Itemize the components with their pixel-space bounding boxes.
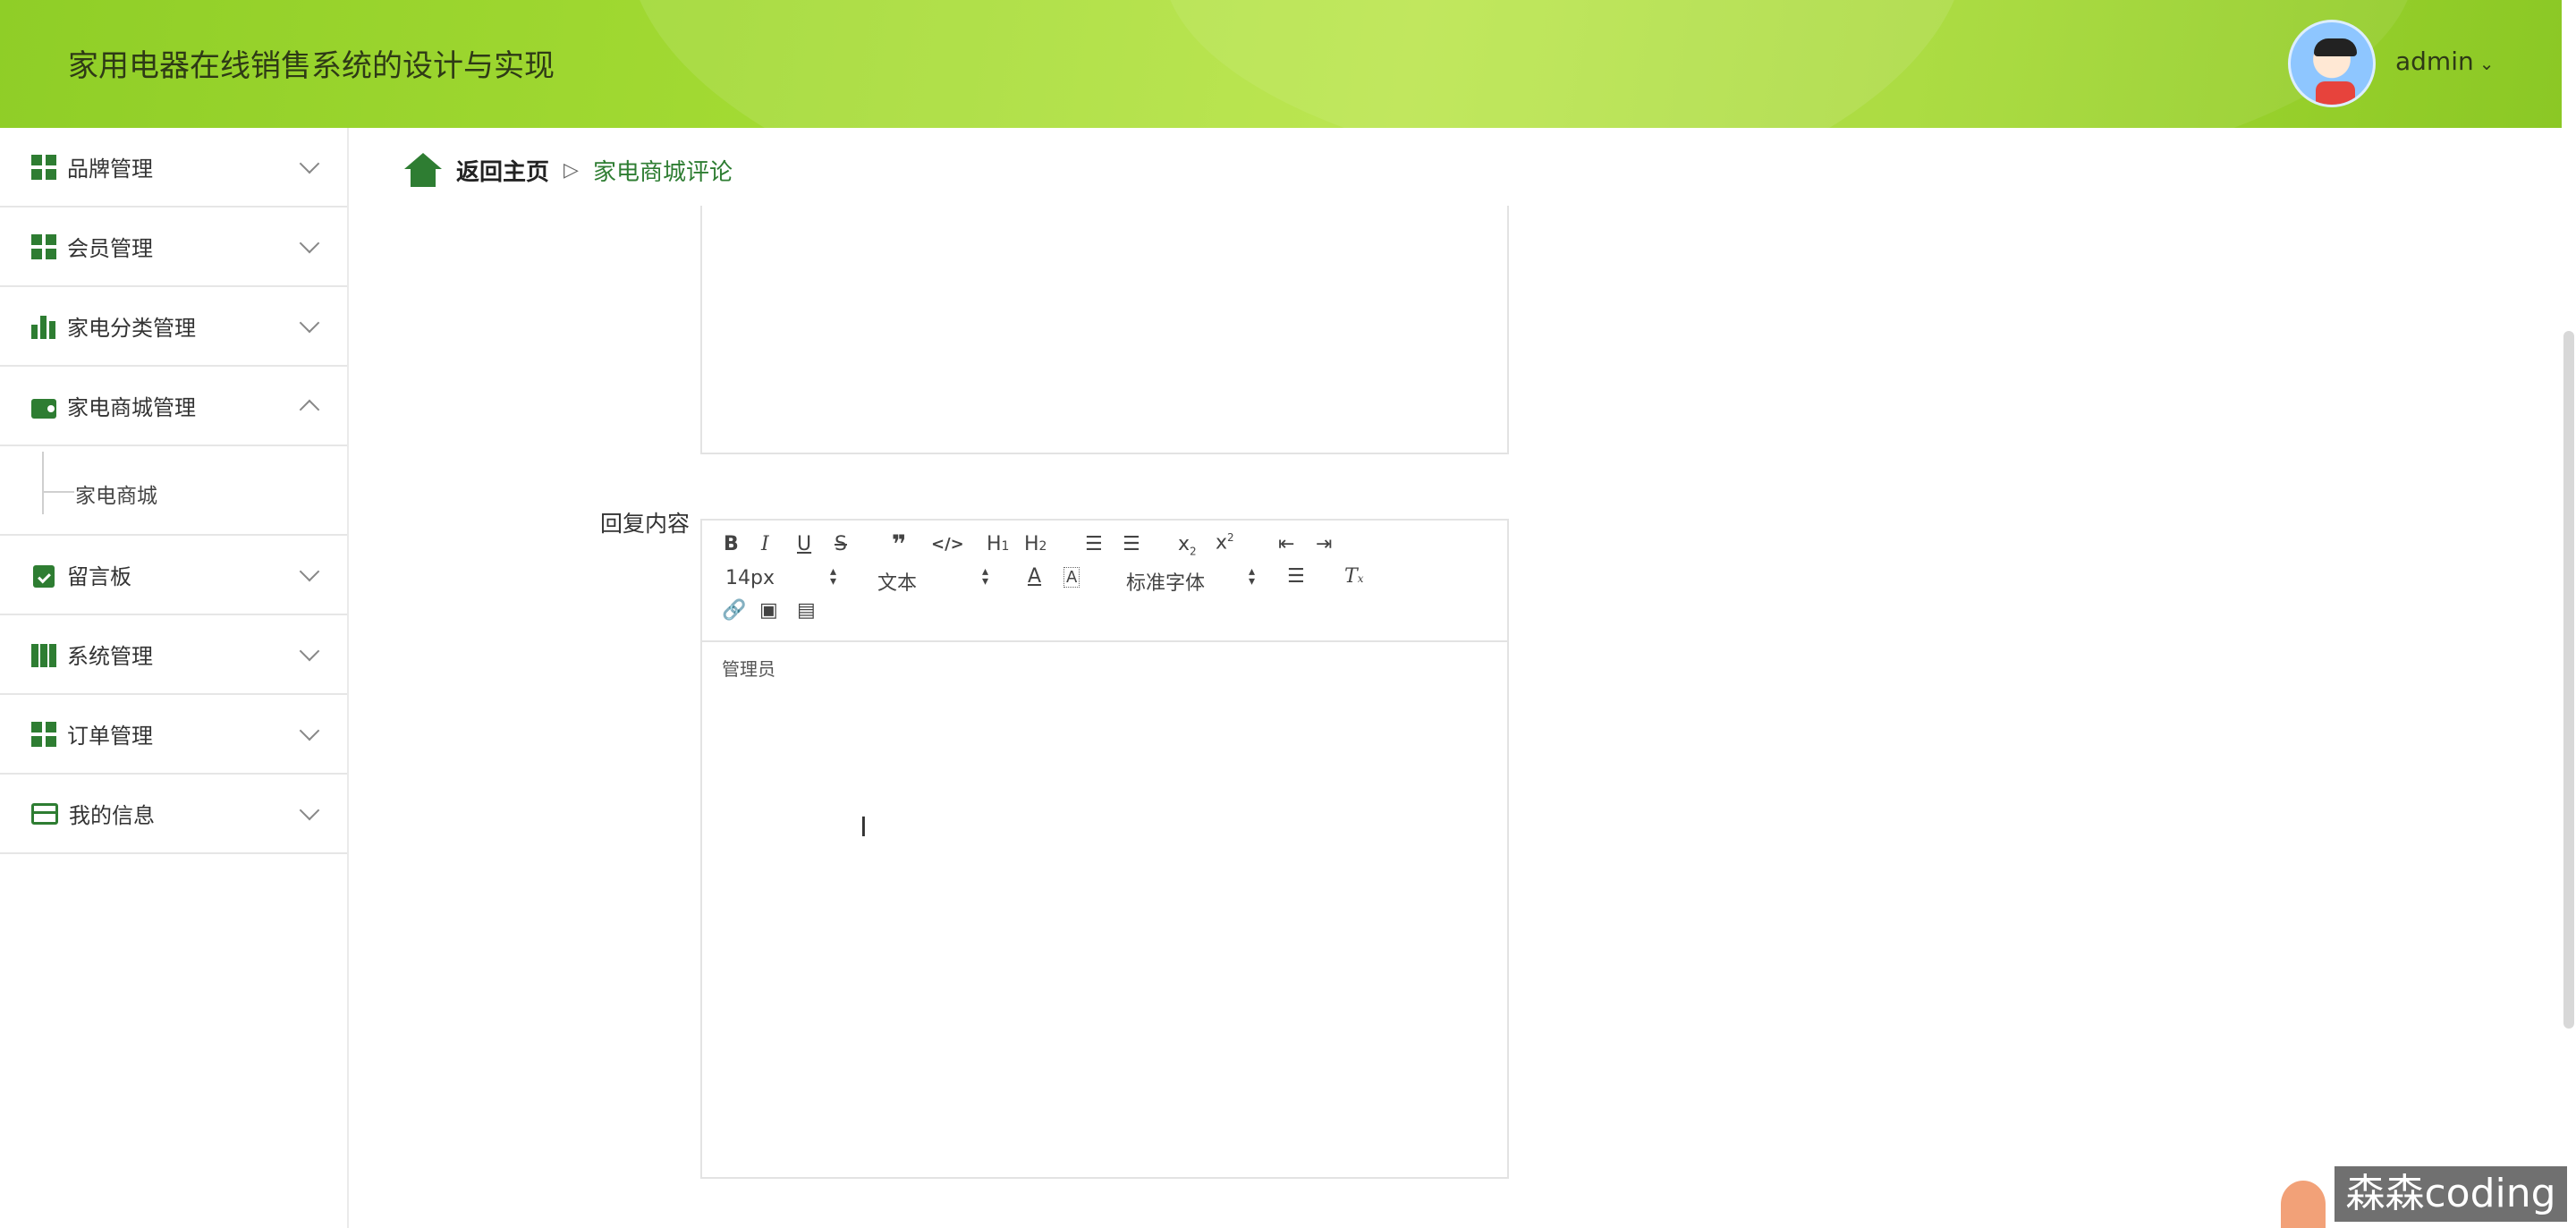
tree-line <box>42 491 74 493</box>
clear-format-icon[interactable]: Tx <box>1344 565 1363 588</box>
reply-content-label: 回复内容 <box>600 511 691 537</box>
tree-line <box>42 452 44 514</box>
breadcrumb: 返回主页 ▷ 家电商城评论 <box>404 152 733 188</box>
font-size-select[interactable]: 14px ▴ ▾ <box>725 564 836 589</box>
sidebar-subitem-mall[interactable]: 家电商城 <box>75 478 157 509</box>
header-decoration <box>1163 0 2415 128</box>
indent-icon[interactable]: ⇥ <box>1316 533 1332 555</box>
chevron-down-icon <box>299 153 320 174</box>
breadcrumb-separator: ▷ <box>564 158 579 182</box>
text-cursor-icon: I <box>860 812 868 843</box>
bullet-list-icon[interactable]: ☰ <box>1123 533 1140 555</box>
avatar-shirt <box>2316 81 2355 105</box>
chevron-down-icon <box>299 720 320 741</box>
chevron-down-icon <box>299 800 320 821</box>
video-icon[interactable]: ▤ <box>797 599 816 622</box>
chevron-down-icon <box>299 233 320 254</box>
heading1-icon[interactable]: H1 <box>987 533 1009 555</box>
sidebar-submenu-mall: 家电商城 <box>0 446 347 536</box>
editor-content[interactable]: 管理员 <box>722 655 775 681</box>
sidebar-item-system[interactable]: 系统管理 <box>0 615 347 695</box>
clipboard-check-icon <box>31 563 56 588</box>
sidebar-item-messages[interactable]: 留言板 <box>0 536 347 615</box>
app-title: 家用电器在线销售系统的设计与实现 <box>68 48 555 84</box>
italic-icon[interactable]: I <box>761 533 769 555</box>
align-icon[interactable]: ☰ <box>1287 565 1305 588</box>
code-block-icon[interactable]: </> <box>931 535 964 554</box>
font-family-value: 标准字体 <box>1126 572 1206 595</box>
sidebar-item-label: 我的信息 <box>69 803 155 828</box>
books-icon <box>31 641 56 667</box>
username: admin <box>2395 47 2474 76</box>
block-type-value: 文本 <box>877 572 918 595</box>
chevron-down-icon <box>299 561 320 582</box>
wallet-icon <box>31 394 56 419</box>
avatar-hair <box>2314 38 2357 56</box>
page-scrollbar[interactable] <box>2563 331 2574 1029</box>
font-color-icon[interactable]: A <box>1028 565 1041 588</box>
grid-icon <box>31 233 56 259</box>
breadcrumb-home-link[interactable]: 返回主页 <box>456 154 549 187</box>
select-arrows-icon: ▴ ▾ <box>981 564 988 589</box>
font-size-value: 14px <box>725 567 775 589</box>
select-arrows-icon: ▴ ▾ <box>829 564 836 589</box>
heading2-icon[interactable]: H2 <box>1024 533 1046 555</box>
bar-chart-icon <box>31 313 56 339</box>
user-avatar[interactable] <box>2288 20 2376 107</box>
select-arrows-icon: ▴ ▾ <box>1248 564 1255 589</box>
watermark: 森森coding <box>2334 1166 2567 1222</box>
sidebar-item-brand[interactable]: 品牌管理 <box>0 128 347 207</box>
block-type-select[interactable]: 文本 ▴ ▾ <box>877 564 988 596</box>
comment-content-box[interactable] <box>700 206 1509 454</box>
blockquote-icon[interactable]: ❞ <box>892 529 906 559</box>
corner-decoration <box>2281 1181 2326 1228</box>
sidebar-item-label: 家电商城管理 <box>67 395 196 420</box>
editor-toolbar: B I U S ❞ </> H1 H2 ☰ ☰ x2 x2 ⇤ ⇥ 14px ▴ ▾… <box>702 521 1507 642</box>
link-icon[interactable]: 🔗 <box>722 599 746 622</box>
sidebar-item-label: 系统管理 <box>67 644 153 669</box>
chevron-down-icon: ⌄ <box>2479 53 2495 74</box>
strikethrough-icon[interactable]: S <box>835 533 847 555</box>
background-color-icon[interactable]: A <box>1063 567 1080 588</box>
sidebar-item-label: 品牌管理 <box>67 157 153 182</box>
sidebar-item-label: 会员管理 <box>67 236 153 261</box>
sidebar-item-profile[interactable]: 我的信息 <box>0 775 347 854</box>
sidebar-item-members[interactable]: 会员管理 <box>0 207 347 287</box>
breadcrumb-current: 家电商城评论 <box>592 158 733 186</box>
font-family-select[interactable]: 标准字体 ▴ ▾ <box>1126 565 1255 596</box>
card-icon <box>31 802 58 825</box>
superscript-icon[interactable]: x2 <box>1216 531 1234 554</box>
chevron-down-icon <box>299 640 320 662</box>
top-header: 家用电器在线销售系统的设计与实现 admin ⌄ <box>0 0 2562 128</box>
reply-rich-text-editor[interactable]: B I U S ❞ </> H1 H2 ☰ ☰ x2 x2 ⇤ ⇥ 14px ▴ ▾… <box>700 519 1509 1179</box>
sidebar-item-category[interactable]: 家电分类管理 <box>0 287 347 367</box>
subscript-icon[interactable]: x2 <box>1178 533 1197 557</box>
grid-icon <box>31 721 56 747</box>
sidebar-item-mall[interactable]: 家电商城管理 <box>0 367 347 446</box>
sidebar-item-orders[interactable]: 订单管理 <box>0 695 347 775</box>
image-icon[interactable]: ▣ <box>759 599 778 622</box>
home-icon[interactable] <box>404 153 442 187</box>
chevron-up-icon <box>299 399 320 420</box>
sidebar: 品牌管理 会员管理 家电分类管理 家电商城管理 家电商城 留言板 系统管理 订单… <box>0 128 349 1228</box>
chevron-down-icon <box>299 312 320 334</box>
grid-icon <box>31 154 56 180</box>
sidebar-item-label: 留言板 <box>67 564 131 589</box>
sidebar-item-label: 订单管理 <box>67 724 153 749</box>
user-menu[interactable]: admin ⌄ <box>2395 47 2495 76</box>
sidebar-item-label: 家电分类管理 <box>67 316 196 341</box>
outdent-icon[interactable]: ⇤ <box>1278 533 1294 555</box>
ordered-list-icon[interactable]: ☰ <box>1085 533 1103 555</box>
underline-icon[interactable]: U <box>797 533 811 555</box>
bold-icon[interactable]: B <box>724 533 739 555</box>
